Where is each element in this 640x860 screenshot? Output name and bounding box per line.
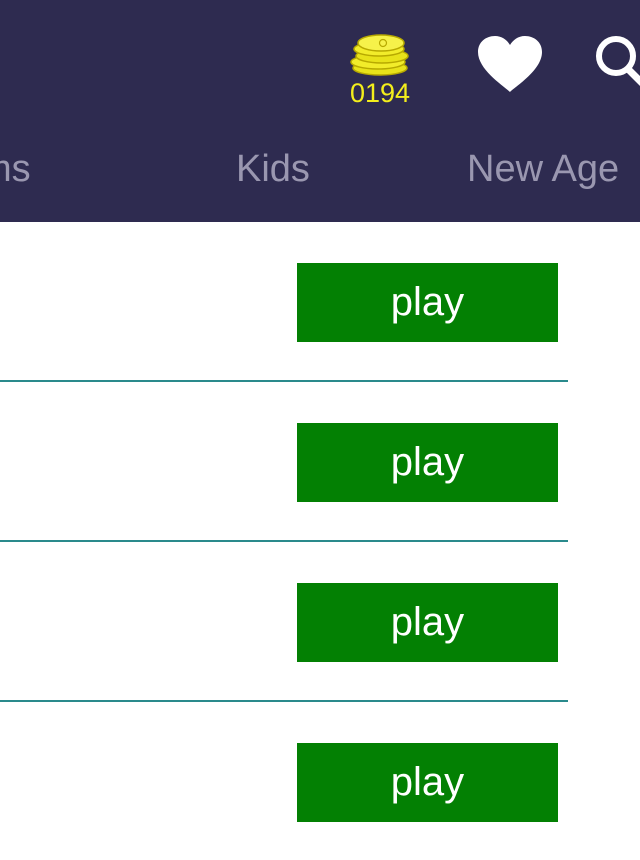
list-item: play: [0, 542, 568, 702]
list-item: play: [0, 222, 568, 382]
tab-partial[interactable]: ms: [0, 148, 31, 191]
play-button[interactable]: play: [297, 583, 558, 662]
coin-count: 0194: [349, 78, 411, 108]
list-item: play: [0, 382, 568, 542]
heart-icon: [478, 36, 542, 92]
play-button[interactable]: play: [297, 263, 558, 342]
coin-balance[interactable]: 0194: [340, 32, 420, 112]
play-button[interactable]: play: [297, 743, 558, 822]
tab-new-age[interactable]: New Age: [467, 148, 619, 191]
favorites-button[interactable]: [474, 34, 546, 94]
coin-stack-icon: [350, 34, 409, 76]
list-item: play: [0, 702, 568, 860]
search-button[interactable]: [592, 32, 640, 92]
tab-kids[interactable]: Kids: [236, 148, 310, 191]
play-button[interactable]: play: [297, 423, 558, 502]
top-header: 0194 ms Kids New Age: [0, 0, 640, 222]
search-icon: [596, 36, 640, 86]
